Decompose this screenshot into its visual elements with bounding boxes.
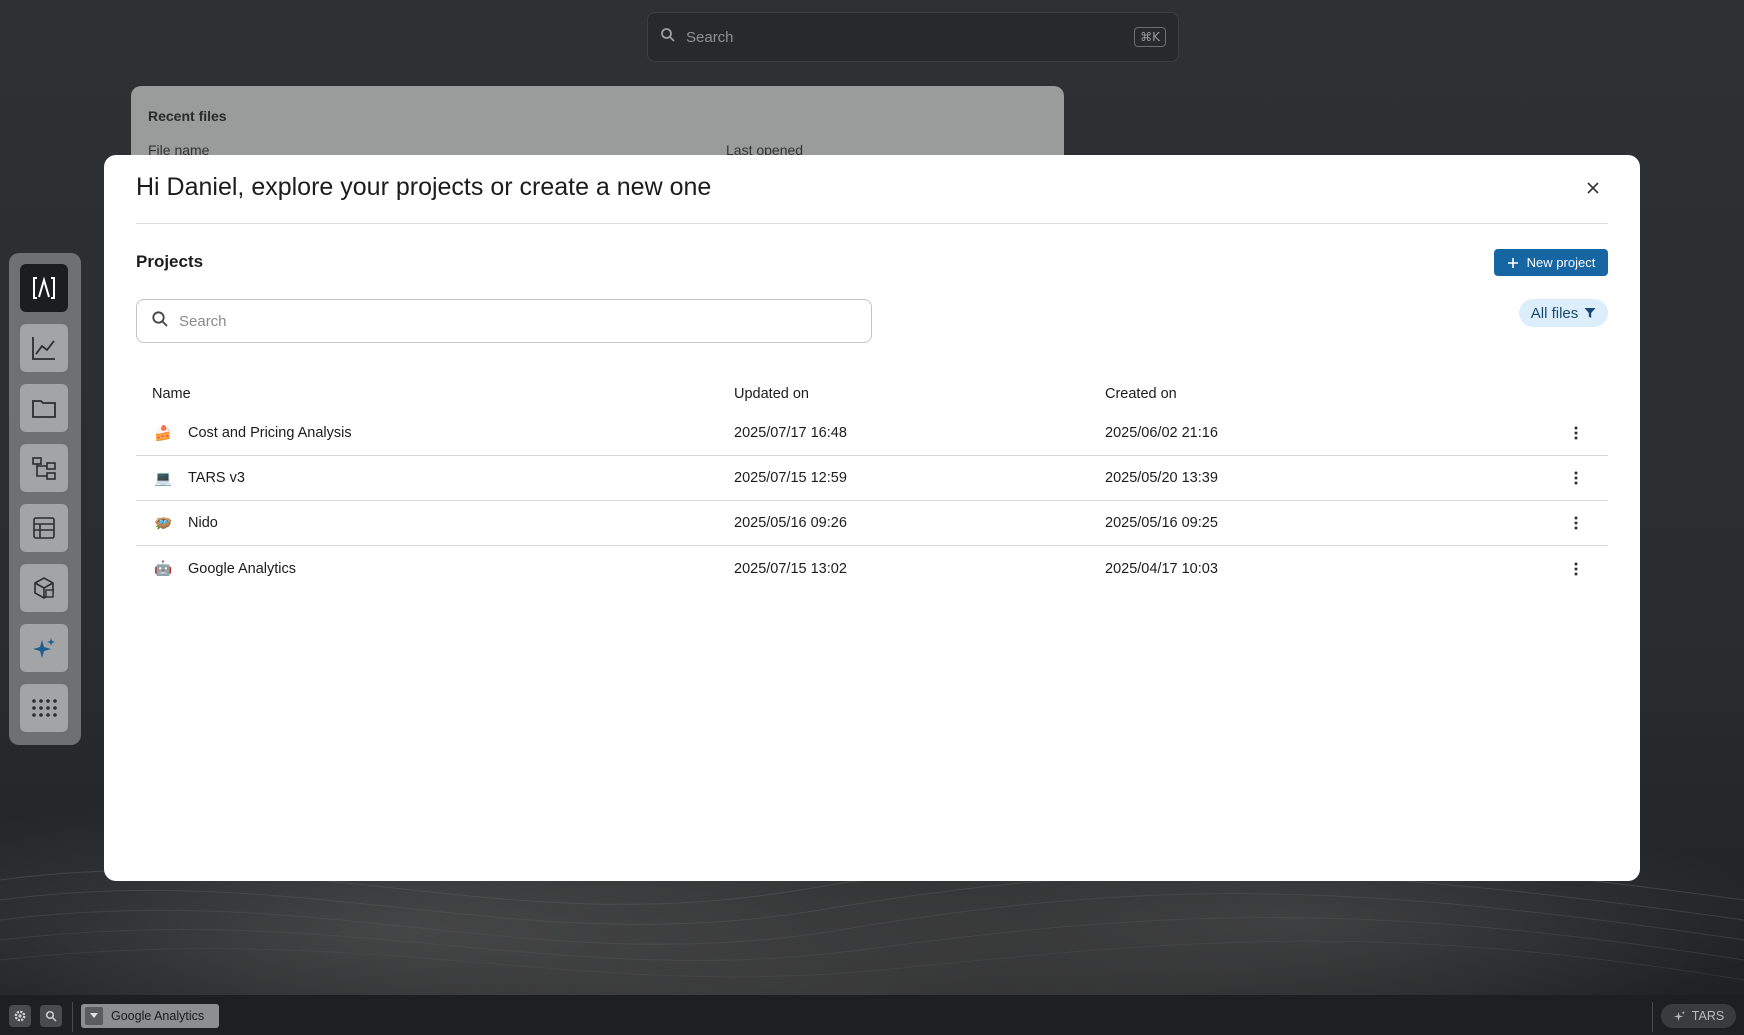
search-icon: [660, 27, 676, 48]
row-menu-button[interactable]: [1568, 513, 1584, 533]
plus-icon: [1507, 257, 1518, 268]
folder-icon: [32, 400, 56, 418]
project-name: TARS v3: [188, 470, 245, 486]
column-header-created: Created on: [1105, 386, 1177, 402]
projects-table: Name Updated on Created on 🍰 Cost and Pr…: [136, 377, 1608, 591]
projects-section-title: Projects: [136, 252, 204, 271]
modal-divider: [136, 223, 1608, 224]
project-name: Cost and Pricing Analysis: [188, 425, 352, 441]
robot-icon: 🤖: [153, 561, 173, 577]
close-modal-button[interactable]: [1582, 177, 1604, 199]
table-row[interactable]: 🍰 Cost and Pricing Analysis 2025/07/17 1…: [136, 411, 1608, 456]
more-vertical-icon: [1574, 516, 1578, 530]
project-name: Google Analytics: [188, 560, 297, 577]
tars-label: TARS: [1691, 1009, 1725, 1023]
analytics-icon: [32, 337, 55, 360]
bottom-taskbar: [0, 995, 1744, 1035]
project-search-field[interactable]: [136, 299, 872, 343]
dock-files-button[interactable]: [20, 384, 68, 432]
tars-assistant-button[interactable]: TARS: [1661, 1004, 1736, 1028]
nest-icon: 🪺: [153, 515, 173, 532]
package-icon: [34, 577, 54, 599]
recent-files-card: Recent files File name Last opened: [131, 86, 1064, 166]
dock-package-button[interactable]: [20, 564, 68, 612]
more-vertical-icon: [1574, 471, 1578, 485]
dock-apps-button[interactable]: [20, 684, 68, 732]
apps-grid-icon: [32, 699, 57, 717]
taskbar-active-tab[interactable]: Google Analytics: [81, 1004, 219, 1028]
search-shortcut-badge: ⌘K: [1134, 27, 1166, 47]
project-name: Nido: [188, 515, 218, 531]
global-search-bar[interactable]: Search ⌘K: [647, 12, 1179, 62]
ai-sparkle-icon: [1673, 1010, 1685, 1021]
diagram-icon: [32, 457, 56, 480]
dock-table-button[interactable]: [20, 504, 68, 552]
app-dock: [9, 253, 81, 745]
table-row[interactable]: 🤖 Google Analytics 2025/07/15 13:02 2025…: [136, 546, 1608, 591]
chevron-down-icon[interactable]: [85, 1007, 103, 1025]
logo-icon: [33, 276, 55, 299]
project-updated: 2025/07/17 16:48: [734, 425, 847, 441]
project-created: 2025/05/20 13:39: [1105, 470, 1218, 486]
table-icon: [33, 517, 55, 539]
global-search-placeholder: Search: [686, 28, 734, 46]
laptop-icon: 💻: [153, 470, 173, 487]
close-icon: [1587, 182, 1599, 194]
taskbar-search-button[interactable]: [40, 1005, 62, 1027]
new-project-label: New project: [1526, 255, 1596, 270]
filter-icon: [1584, 308, 1596, 318]
new-project-button[interactable]: New project: [1494, 249, 1608, 276]
row-menu-button[interactable]: [1568, 423, 1584, 443]
taskbar-divider: [1652, 1002, 1653, 1032]
all-files-filter-button[interactable]: All files: [1519, 299, 1608, 327]
search-icon: [45, 1010, 57, 1022]
dock-analytics-button[interactable]: [20, 324, 68, 372]
project-created: 2025/06/02 21:16: [1105, 425, 1218, 441]
more-vertical-icon: [1574, 562, 1578, 575]
column-header-name: Name: [152, 386, 191, 402]
row-menu-button[interactable]: [1568, 559, 1584, 579]
project-created: 2025/05/16 09:25: [1105, 515, 1218, 531]
dock-ai-button[interactable]: [20, 624, 68, 672]
dock-logo-button[interactable]: [20, 264, 68, 312]
taskbar-divider: [72, 1002, 73, 1032]
project-created: 2025/04/17 10:03: [1105, 560, 1218, 577]
settings-button[interactable]: [9, 1005, 31, 1027]
modal-title: Hi Daniel, explore your projects or crea…: [136, 173, 712, 201]
gear-icon: [14, 1010, 26, 1022]
taskbar-tab-label: Google Analytics: [111, 1009, 205, 1023]
row-menu-button[interactable]: [1568, 468, 1584, 488]
cake-icon: 🍰: [153, 425, 173, 442]
column-header-updated: Updated on: [734, 386, 809, 402]
projects-modal: Hi Daniel, explore your projects or crea…: [104, 155, 1640, 881]
dock-diagram-button[interactable]: [20, 444, 68, 492]
projects-table-header: Name Updated on Created on: [136, 377, 1608, 411]
project-updated: 2025/05/16 09:26: [734, 515, 847, 531]
more-vertical-icon: [1574, 426, 1578, 440]
recent-files-title: Recent files: [148, 108, 227, 124]
ai-sparkle-icon: [33, 638, 55, 658]
filter-label: All files: [1530, 304, 1579, 322]
table-row[interactable]: 🪺 Nido 2025/05/16 09:26 2025/05/16 09:25: [136, 501, 1608, 546]
search-icon: [151, 310, 169, 333]
project-updated: 2025/07/15 12:59: [734, 470, 847, 486]
project-search-input[interactable]: [179, 312, 857, 330]
table-row[interactable]: 💻 TARS v3 2025/07/15 12:59 2025/05/20 13…: [136, 456, 1608, 501]
project-updated: 2025/07/15 13:02: [734, 560, 847, 577]
